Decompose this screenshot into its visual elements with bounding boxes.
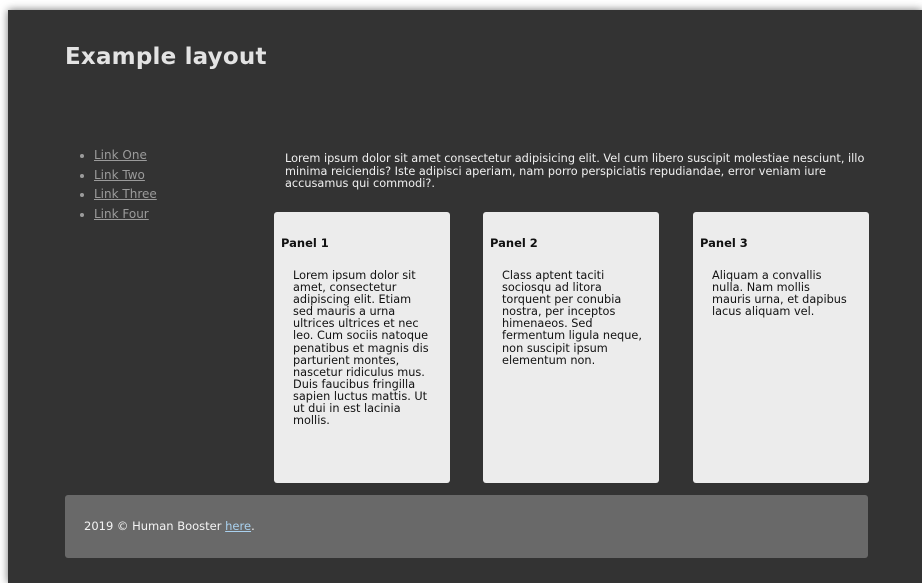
panel-2: Panel 2 Class aptent taciti sociosqu ad …: [483, 212, 659, 483]
page-window: Example layout Link One Link Two Link Th…: [8, 10, 922, 583]
panel-title: Panel 1: [281, 236, 329, 250]
nav-item: Link Two: [94, 166, 157, 186]
panel-body: Lorem ipsum dolor sit amet, consectetur …: [293, 269, 429, 428]
intro-text: Lorem ipsum dolor sit amet consectetur a…: [285, 152, 865, 190]
nav-link-four[interactable]: Link Four: [94, 207, 149, 221]
panel-3: Panel 3 Aliquam a convallis nulla. Nam m…: [693, 212, 869, 483]
panel-title: Panel 3: [700, 236, 748, 250]
nav-item: Link Three: [94, 185, 157, 205]
footer-text: 2019 © Human Booster: [84, 519, 226, 533]
panel-body: Class aptent taciti sociosqu ad litora t…: [502, 269, 642, 367]
footer: 2019 © Human Booster here.: [65, 495, 868, 558]
page-title: Example layout: [65, 44, 267, 70]
nav-item: Link Four: [94, 205, 157, 225]
sidebar-nav: Link One Link Two Link Three Link Four: [65, 146, 157, 224]
panel-title: Panel 2: [490, 236, 538, 250]
panel-body: Aliquam a convallis nulla. Nam mollis ma…: [712, 269, 847, 319]
nav-link-one[interactable]: Link One: [94, 148, 147, 162]
nav-link-three[interactable]: Link Three: [94, 187, 157, 201]
panel-1: Panel 1 Lorem ipsum dolor sit amet, cons…: [274, 212, 450, 483]
nav-item: Link One: [94, 146, 157, 166]
nav-link-two[interactable]: Link Two: [94, 168, 145, 182]
footer-here-link[interactable]: here: [225, 519, 251, 533]
footer-suffix: .: [251, 519, 255, 533]
